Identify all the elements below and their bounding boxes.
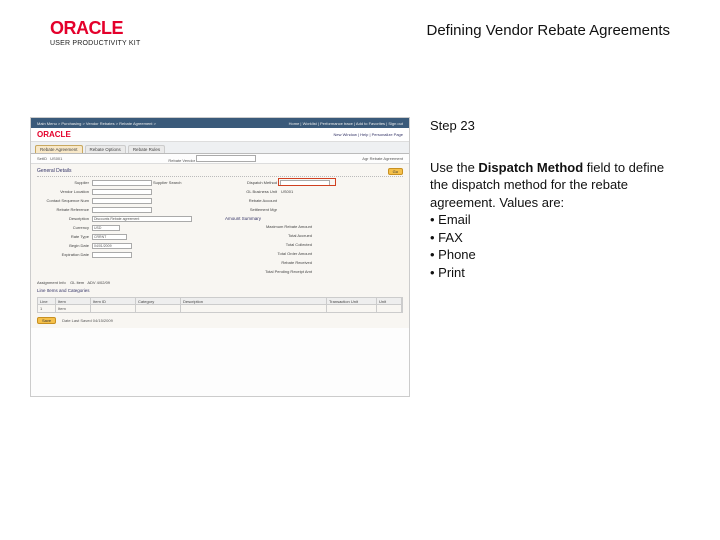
ss-grid-title: Line Items and Categories bbox=[37, 288, 403, 293]
ss-amt-2: Total Collected bbox=[225, 242, 315, 247]
ss-setid-label: SetID bbox=[37, 156, 47, 161]
value-fax: FAX bbox=[430, 229, 670, 247]
ss-form-columns: SupplierSupplier Search Vendor Location … bbox=[37, 179, 403, 277]
ss-rebate-vendor-dropdown[interactable] bbox=[196, 155, 256, 162]
upk-subtitle: USER PRODUCTIVITY KIT bbox=[50, 40, 140, 47]
instruction-text: Use the Dispatch Method field to define … bbox=[430, 159, 670, 212]
ss-l-gl-bu: GL Business Unit bbox=[225, 189, 280, 194]
ss-l-description: Description bbox=[37, 216, 92, 221]
ss-l-vendor-location: Vendor Location bbox=[37, 189, 92, 194]
ss-breadcrumb: Main Menu > Purchasing > Vendor Rebates … bbox=[37, 121, 156, 126]
ss-toolbar: SetID US001 Rebate Vendor Agr Rebate Agr… bbox=[31, 154, 409, 164]
ss-l-contact-seq: Contact Sequence Num bbox=[37, 198, 92, 203]
intro-field-name: Dispatch Method bbox=[478, 160, 583, 175]
ss-setid-value: US001 bbox=[50, 156, 62, 161]
page-title: Defining Vendor Rebate Agreements bbox=[427, 18, 671, 39]
ss-gh-unit: Unit bbox=[377, 298, 402, 304]
ss-assignment-info: Assignment Info GL Item ADV 4/02/09 bbox=[37, 280, 403, 285]
ss-dispatch-method-dropdown[interactable] bbox=[280, 180, 330, 186]
ss-l-dispatch: Dispatch Method bbox=[225, 180, 280, 185]
ss-begin-date-input[interactable]: 04/01/2009 bbox=[92, 243, 132, 249]
ss-general-details-label: General Details bbox=[37, 168, 71, 175]
page-header: ORACLE USER PRODUCTIVITY KIT Defining Ve… bbox=[0, 0, 720, 57]
value-email: Email bbox=[430, 211, 670, 229]
ss-l-expiration: Expiration Date bbox=[37, 252, 92, 257]
ss-gh-txnunit: Transaction Unit bbox=[327, 298, 377, 304]
ss-left-col: SupplierSupplier Search Vendor Location … bbox=[37, 179, 215, 277]
ss-amt-1: Total Accrued bbox=[225, 233, 315, 238]
intro-pre: Use the bbox=[430, 160, 478, 175]
oracle-wordmark: ORACLE bbox=[50, 18, 123, 39]
ss-general-details-header: General Details Go bbox=[37, 168, 403, 177]
ss-l-rate-type: Rate Type bbox=[37, 234, 92, 239]
ss-gh-line: Line bbox=[38, 298, 56, 304]
ss-top-links: Home | Worklist | Performance trace | Ad… bbox=[289, 121, 403, 126]
ss-rebate-vendor-label: Rebate Vendor bbox=[168, 158, 195, 163]
ss-breadcrumb-bar: Main Menu > Purchasing > Vendor Rebates … bbox=[31, 118, 409, 128]
ss-vendor-location-input[interactable] bbox=[92, 189, 152, 195]
app-screenshot: Main Menu > Purchasing > Vendor Rebates … bbox=[30, 117, 410, 397]
ss-gr-unit bbox=[377, 305, 402, 312]
ss-l-currency: Currency bbox=[37, 225, 92, 230]
ss-last-saved: Date Last Saved 04/15/2009 bbox=[62, 318, 113, 323]
step-number: Step 23 bbox=[430, 117, 670, 135]
ss-amt-4: Rebate Received bbox=[225, 260, 315, 265]
ss-brand-bar: ORACLE New Window | Help | Personalize P… bbox=[31, 128, 409, 142]
ss-supplier-input[interactable] bbox=[92, 180, 152, 186]
ss-gl-bu-value: US001 bbox=[280, 189, 293, 194]
ss-l-rebate-ref: Rebate Reference bbox=[37, 207, 92, 212]
ss-tab-rebate-rules[interactable]: Rebate Rules bbox=[128, 145, 165, 153]
ss-body: General Details Go Supplier Supplier Sear… bbox=[31, 164, 409, 328]
oracle-upk-logo: ORACLE USER PRODUCTIVITY KIT bbox=[50, 18, 140, 47]
ss-oracle-logo: ORACLE bbox=[37, 130, 71, 139]
ss-tabstrip: Rebate Agreement Rebate Options Rebate R… bbox=[31, 142, 409, 154]
instruction-panel: Step 23 Use the Dispatch Method field to… bbox=[430, 117, 670, 397]
ss-l-begin-date: Begin Date bbox=[37, 243, 92, 248]
ss-gr-itemid bbox=[91, 305, 136, 312]
ss-l-settlement-mgr: Settlement Mgr bbox=[225, 207, 280, 212]
ss-amount-summary-header: Amount Summary bbox=[225, 216, 403, 221]
ss-gh-item: Item bbox=[56, 298, 91, 304]
ss-footer-bar: Save Date Last Saved 04/15/2009 bbox=[37, 317, 403, 324]
ss-description-input[interactable]: Discounts Rebate agreement bbox=[92, 216, 192, 222]
ss-amt-5: Total Pending Receipt Amt bbox=[225, 269, 315, 274]
ss-agr-label: Agr Rebate Agreement bbox=[362, 156, 403, 161]
ss-amt-3: Total Order Amount bbox=[225, 251, 315, 256]
ss-rebate-ref-input[interactable] bbox=[92, 207, 152, 213]
ss-contact-seq-input[interactable] bbox=[92, 198, 152, 204]
ss-gh-desc: Description bbox=[181, 298, 327, 304]
ss-amt-0: Maximum Rebate Amount bbox=[225, 224, 315, 229]
ss-gh-itemid: Item ID bbox=[91, 298, 136, 304]
content-row: Main Menu > Purchasing > Vendor Rebates … bbox=[0, 57, 720, 397]
value-phone: Phone bbox=[430, 246, 670, 264]
ss-gr-txnunit bbox=[327, 305, 377, 312]
ss-right-col: Dispatch Method GL Business UnitUS001 Re… bbox=[225, 179, 403, 277]
value-list: Email FAX Phone Print bbox=[430, 211, 670, 281]
ss-save-button[interactable]: Save bbox=[37, 317, 56, 324]
ss-supplier-search[interactable]: Supplier Search bbox=[152, 180, 181, 185]
ss-expiration-input[interactable] bbox=[92, 252, 132, 258]
ss-tab-rebate-agreement[interactable]: Rebate Agreement bbox=[35, 145, 83, 153]
ss-grid-header: Line Item Item ID Category Description T… bbox=[37, 297, 403, 305]
ss-l-rebate-acct: Rebate Account bbox=[225, 198, 280, 203]
ss-currency-input[interactable]: USD bbox=[92, 225, 120, 231]
ss-nav-links: New Window | Help | Personalize Page bbox=[334, 132, 409, 137]
ss-gr-desc bbox=[181, 305, 327, 312]
value-print: Print bbox=[430, 264, 670, 282]
ss-go-button[interactable]: Go bbox=[388, 168, 403, 175]
ss-gr-category bbox=[136, 305, 181, 312]
ss-grid-row-1[interactable]: 1 Item bbox=[37, 305, 403, 313]
ss-tab-rebate-options[interactable]: Rebate Options bbox=[85, 145, 126, 153]
ss-rate-type-input[interactable]: CRRNT bbox=[92, 234, 127, 240]
ss-l-supplier: Supplier bbox=[37, 180, 92, 185]
ss-gr-line: 1 bbox=[38, 305, 56, 312]
ss-gh-category: Category bbox=[136, 298, 181, 304]
ss-gr-item: Item bbox=[56, 305, 91, 312]
